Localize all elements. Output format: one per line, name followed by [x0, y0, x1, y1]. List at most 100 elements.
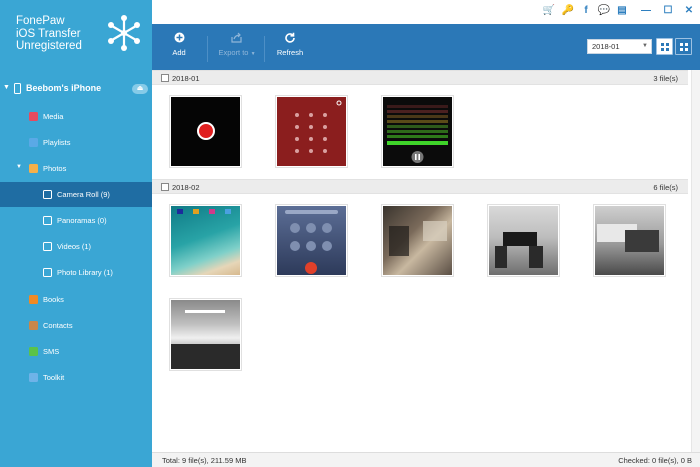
ceiling-light-graphic — [185, 310, 225, 313]
photo-thumbnail[interactable] — [487, 204, 560, 277]
grid-view-icon — [661, 43, 669, 51]
sidebar-item-label: Media — [43, 111, 64, 121]
group-title: 2018-01 — [172, 73, 200, 83]
device-name: Beebom's iPhone — [26, 83, 102, 93]
group-count: 3 file(s) — [653, 73, 678, 83]
sidebar-item-books[interactable]: Books — [0, 287, 152, 312]
sidebar-item-camera-roll-9[interactable]: Camera Roll (9) — [0, 182, 152, 207]
facebook-icon[interactable]: f — [579, 4, 593, 18]
sidebar-item-photo-library-1[interactable]: Photo Library (1) — [0, 260, 152, 285]
sidebar-item-label: Videos (1) — [57, 241, 92, 251]
device-row[interactable]: ▼ Beebom's iPhone ⏏ — [0, 80, 152, 98]
sidebar-item-videos-1[interactable]: Videos (1) — [0, 234, 152, 259]
expand-caret-icon[interactable]: ▼ — [3, 84, 10, 91]
chat-icon[interactable]: 💬 — [597, 4, 611, 18]
photo-thumbnail[interactable] — [381, 204, 454, 277]
photo-thumbnail[interactable] — [169, 204, 242, 277]
playlist-icon — [29, 138, 38, 147]
office-scene-graphic — [423, 221, 447, 241]
camera-icon — [43, 216, 52, 225]
total-files-status: Total: 9 file(s), 211.59 MB — [162, 456, 247, 465]
chair-graphic — [529, 246, 543, 268]
iphone-icon — [14, 83, 21, 94]
add-icon — [162, 32, 196, 44]
feedback-icon[interactable]: ▤ — [615, 4, 629, 18]
group-title: 2018-02 — [172, 182, 200, 192]
refresh-label: Refresh — [276, 48, 304, 57]
photo-thumbnail[interactable] — [275, 204, 348, 277]
sidebar-item-sms[interactable]: SMS — [0, 339, 152, 364]
dialpad-graphic — [295, 100, 342, 153]
app-icon-graphic — [209, 209, 215, 214]
close-icon[interactable]: ✕ — [682, 4, 696, 18]
sidebar-item-media[interactable]: Media — [0, 104, 152, 129]
list-view-icon — [680, 43, 688, 51]
sidebar-item-label: Photo Library (1) — [57, 267, 113, 277]
thumbnail-image — [171, 97, 240, 166]
camera-icon — [43, 242, 52, 251]
sidebar-item-toolkit[interactable]: Toolkit — [0, 365, 152, 390]
thumbnail-image — [277, 206, 346, 275]
thumbnail-image — [383, 97, 452, 166]
export-to-button[interactable]: Export to ▼ — [212, 24, 262, 70]
sidebar-item-label: SMS — [43, 346, 60, 356]
app-icon-graphic — [193, 209, 199, 214]
toolbar: Add Export to ▼ Refresh 2018-01 ▼ — [152, 24, 700, 70]
sidebar-item-playlists[interactable]: Playlists — [0, 130, 152, 155]
sms-icon — [29, 347, 38, 356]
thumbnail-image — [277, 97, 346, 166]
checked-files-status: Checked: 0 file(s), 0 B — [618, 456, 692, 465]
brand-header: FonePaw iOS Transfer Unregistered — [0, 0, 152, 70]
list-view-button[interactable] — [675, 38, 692, 55]
chair-graphic — [625, 230, 659, 252]
key-icon[interactable]: 🔑 — [561, 4, 575, 18]
sidebar-item-contacts[interactable]: Contacts — [0, 313, 152, 338]
sidebar: FonePaw iOS Transfer Unregistered ▼ Beeb… — [0, 0, 152, 467]
status-bar: Total: 9 file(s), 211.59 MB Checked: 0 f… — [152, 452, 700, 467]
group-checkbox[interactable] — [161, 74, 169, 82]
date-filter-select[interactable]: 2018-01 ▼ — [587, 39, 652, 54]
group-checkbox[interactable] — [161, 183, 169, 191]
photo-thumbnail[interactable] — [169, 95, 242, 168]
refresh-button[interactable]: Refresh — [269, 24, 311, 70]
refresh-icon — [269, 32, 311, 44]
photo-thumbnail[interactable] — [381, 95, 454, 168]
sidebar-item-label: Playlists — [43, 137, 71, 147]
sidebar-item-label: Toolkit — [43, 372, 65, 382]
contacts-icon — [29, 321, 38, 330]
registration-status: Unregistered — [16, 40, 82, 52]
export-icon — [212, 32, 262, 44]
app-name-line2: iOS Transfer — [16, 27, 81, 40]
sidebar-item-label: Camera Roll (9) — [57, 189, 110, 199]
group-header: 2018-01 3 file(s) — [152, 70, 688, 85]
photo-thumbnail[interactable] — [275, 95, 348, 168]
camera-icon — [43, 190, 52, 199]
eject-icon[interactable]: ⏏ — [132, 84, 148, 94]
sidebar-item-photos[interactable]: ▼ Photos — [0, 156, 152, 181]
chair-graphic — [495, 246, 507, 268]
office-scene-graphic — [171, 344, 240, 369]
scrollbar[interactable] — [691, 70, 700, 452]
sidebar-item-label: Panoramas (0) — [57, 215, 107, 225]
cart-icon[interactable]: 🛒 — [542, 4, 556, 18]
thumbnail-image — [489, 206, 558, 275]
title-bar: 🛒 🔑 f 💬 ▤ — ☐ ✕ — [152, 0, 700, 24]
expand-caret-icon[interactable]: ▼ — [16, 164, 22, 170]
books-icon — [29, 295, 38, 304]
sidebar-item-panoramas-0[interactable]: Panoramas (0) — [0, 208, 152, 233]
maximize-icon[interactable]: ☐ — [661, 4, 675, 18]
photo-thumbnail[interactable] — [169, 298, 242, 371]
media-icon — [29, 112, 38, 121]
thumbnail-image — [171, 206, 240, 275]
add-button[interactable]: Add — [162, 24, 196, 70]
sidebar-item-label: Books — [43, 294, 64, 304]
minimize-icon[interactable]: — — [639, 4, 653, 18]
photo-thumbnail[interactable] — [593, 204, 666, 277]
thumbnail-image — [383, 206, 452, 275]
date-filter-value: 2018-01 — [592, 42, 620, 51]
photo-grid-panel: 2018-01 3 file(s) 2018-02 6 file(s) — [152, 70, 700, 452]
sidebar-item-label: Photos — [43, 163, 67, 173]
app-icon-graphic — [225, 209, 231, 214]
grid-view-button[interactable] — [656, 38, 673, 55]
group-count: 6 file(s) — [653, 182, 678, 192]
